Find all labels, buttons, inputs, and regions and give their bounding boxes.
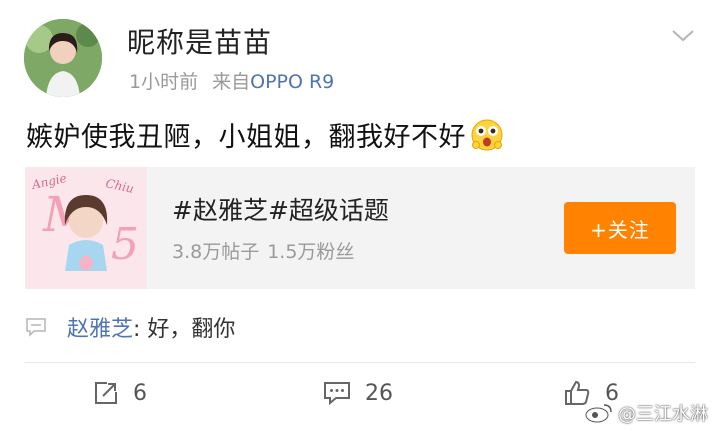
topic-posts-count: 3.8万帖子	[172, 241, 260, 263]
comment-count: 26	[365, 380, 393, 406]
post-text: 嫉妒使我丑陋，小姐姐，翻我好不好	[26, 122, 466, 153]
weibo-logo-icon	[585, 404, 612, 423]
topic-logo-image: M 5 Angie Chiu	[25, 167, 147, 289]
repost-button[interactable]: 6	[93, 376, 147, 410]
post-meta: 1小时前 来自OPPO R9	[129, 67, 334, 94]
watermark-text: @三江水淋	[618, 404, 708, 425]
post-header: 昵称是苗苗 1小时前 来自OPPO R9	[0, 0, 720, 110]
topic-title[interactable]: #赵雅芝#超级话题	[172, 191, 389, 227]
avatar-photo	[24, 19, 102, 97]
weibo-watermark: @三江水淋	[584, 400, 708, 426]
user-nickname[interactable]: 昵称是苗苗	[127, 21, 272, 61]
chevron-down-icon[interactable]	[671, 26, 695, 46]
topic-image: M 5 Angie Chiu	[25, 167, 147, 289]
post-source-prefix: 来自	[212, 71, 251, 93]
repost-count: 6	[133, 380, 147, 406]
comment-preview[interactable]: 赵雅芝: 好，翻你	[25, 312, 235, 342]
comment-text: : 好，翻你	[133, 317, 236, 342]
post-body: 嫉妒使我丑陋，小姐姐，翻我好不好	[26, 115, 504, 154]
topic-card[interactable]: M 5 Angie Chiu #赵雅芝#超级话题 3.8万帖子 1.5万粉丝 +关…	[25, 167, 695, 289]
repost-icon	[95, 382, 117, 404]
topic-fans-count: 1.5万粉丝	[267, 241, 355, 263]
post-time: 1小时前	[129, 71, 199, 93]
svg-text:5: 5	[111, 219, 139, 270]
follow-button[interactable]: +关注	[564, 202, 676, 254]
actions-divider	[25, 362, 695, 363]
user-avatar[interactable]	[24, 19, 102, 97]
surprised-face-emoji-icon	[471, 119, 503, 150]
comment-bubble-icon	[26, 318, 46, 337]
comment-button[interactable]: 26	[323, 376, 393, 410]
comment-user[interactable]: 赵雅芝	[67, 311, 133, 343]
comment-icon	[324, 382, 350, 406]
topic-stats: 3.8万帖子 1.5万粉丝	[172, 237, 354, 264]
post-device-link[interactable]: OPPO R9	[250, 71, 334, 93]
